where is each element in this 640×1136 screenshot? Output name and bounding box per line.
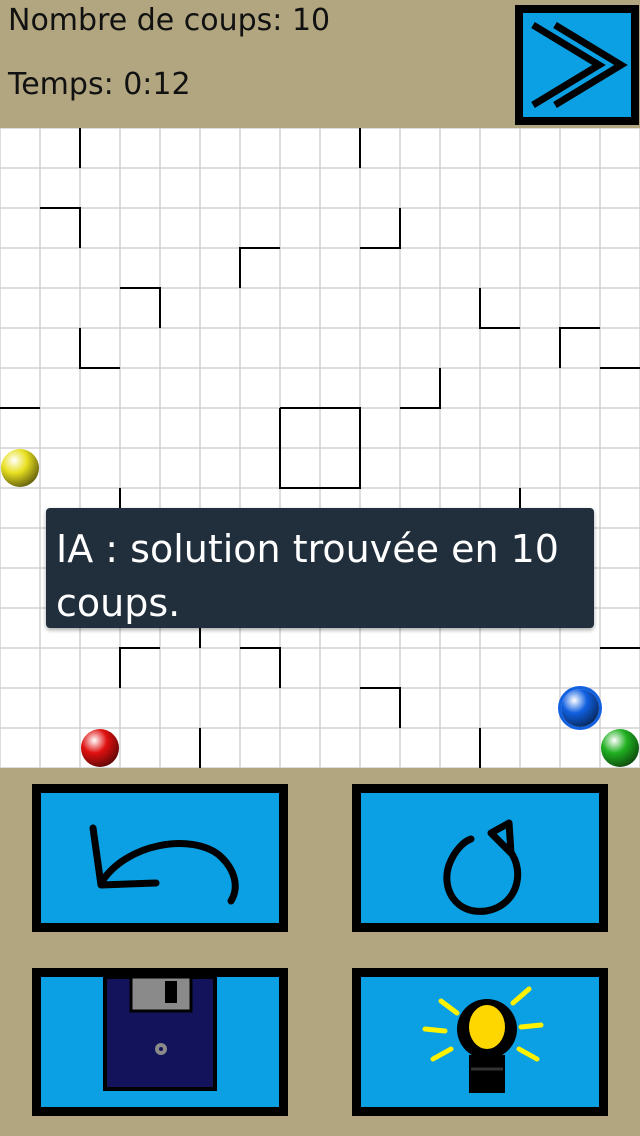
robot-yellow[interactable] — [1, 449, 39, 487]
wall — [360, 687, 401, 728]
next-level-button[interactable] — [515, 5, 639, 125]
floppy-disk-icon — [103, 975, 217, 1091]
moves-counter: Nombre de coups: 10 — [8, 3, 331, 38]
save-button[interactable] — [32, 968, 288, 1116]
hint-button[interactable] — [352, 968, 608, 1116]
wall — [79, 328, 120, 369]
wall — [360, 208, 401, 249]
wall — [479, 288, 520, 329]
board-grid — [0, 128, 640, 768]
game-board[interactable] — [0, 128, 640, 768]
toast-message: IA : solution trouvée en 10 coups. — [46, 508, 594, 628]
wall — [119, 647, 160, 688]
restart-button[interactable] — [352, 784, 608, 932]
undo-arrow-icon — [89, 824, 239, 905]
wall — [559, 327, 600, 368]
wall — [40, 207, 81, 248]
wall — [120, 287, 161, 328]
lightbulb-icon — [422, 986, 544, 1093]
robot-blue[interactable] — [561, 689, 599, 727]
robot-red[interactable] — [81, 729, 119, 767]
timer: Temps: 0:12 — [8, 67, 191, 102]
double-chevron-right-icon — [531, 22, 628, 108]
wall — [400, 368, 441, 409]
restart-icon — [443, 819, 522, 915]
wall — [239, 247, 280, 288]
wall — [240, 647, 281, 688]
robot-green[interactable] — [601, 729, 639, 767]
undo-button[interactable] — [32, 784, 288, 932]
